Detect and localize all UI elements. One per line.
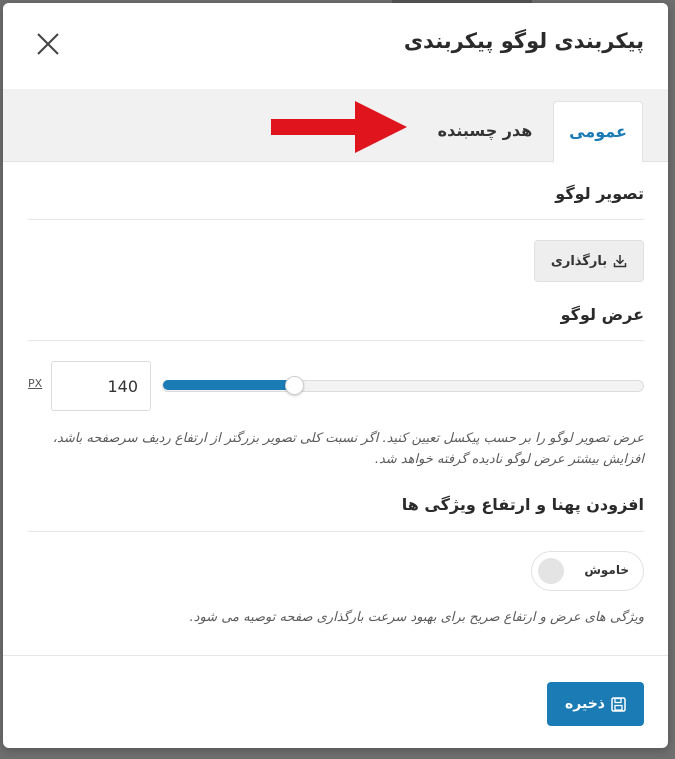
red-arrow-annotation [271, 101, 407, 153]
dimensions-title: افزودن پهنا و ارتفاع ویژگی ها [401, 495, 644, 514]
slider-handle[interactable] [284, 376, 304, 395]
divider [28, 219, 644, 220]
toggle-label: خاموش [584, 563, 629, 577]
download-icon [613, 255, 627, 268]
logo-config-modal: پیکربندی لوگو پیکربندی عمومی هدر چسبنده … [3, 3, 668, 748]
upload-button[interactable]: بارگذاری [534, 240, 644, 282]
tab-general[interactable]: عمومی [553, 101, 643, 163]
logo-width-input[interactable] [51, 361, 151, 411]
divider [28, 340, 644, 341]
close-icon [37, 33, 59, 55]
logo-image-title: تصویر لوگو [555, 184, 644, 203]
logo-width-slider[interactable] [162, 376, 644, 395]
toggle-knob [538, 558, 564, 584]
tab-sticky-header[interactable]: هدر چسبنده [430, 101, 540, 161]
logo-width-title: عرض لوگو [560, 305, 644, 324]
modal-header: پیکربندی لوگو پیکربندی [3, 3, 668, 89]
divider [28, 531, 644, 532]
upload-label: بارگذاری [550, 253, 608, 269]
modal-title: پیکربندی لوگو پیکربندی [403, 29, 644, 53]
save-label: ذخیره [565, 696, 605, 712]
save-button[interactable]: ذخیره [547, 682, 644, 726]
unit-label: PX [28, 377, 43, 390]
dimensions-help: ویژگی های عرض و ارتفاع صریح برای بهبود س… [189, 610, 644, 625]
floppy-disk-icon [611, 696, 626, 712]
logo-width-help: عرض تصویر لوگو را بر حسب پیکسل تعیین کنی… [52, 431, 644, 467]
footer-divider [3, 655, 668, 656]
slider-fill [163, 380, 293, 390]
dimensions-toggle[interactable]: خاموش [531, 551, 644, 591]
close-button[interactable] [35, 31, 61, 57]
